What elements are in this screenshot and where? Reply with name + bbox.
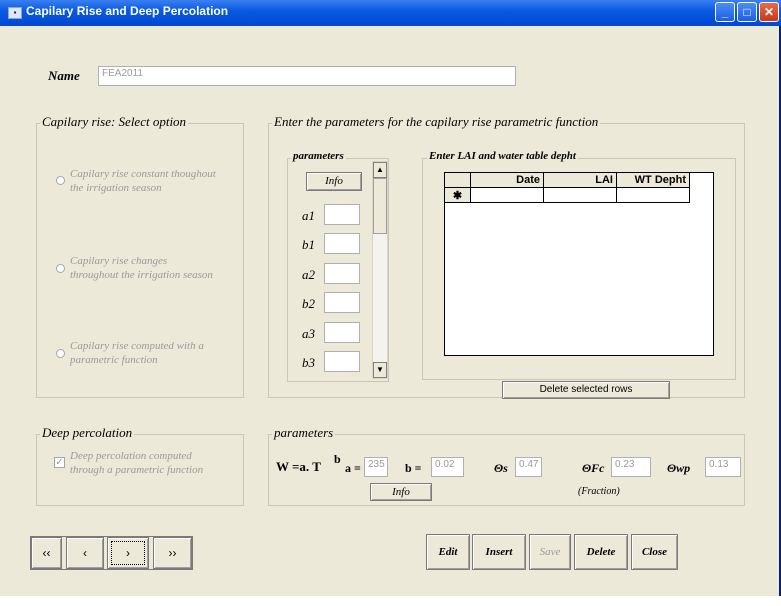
new-row-icon: ✱ xyxy=(444,187,471,203)
col-wt-depht[interactable]: WT Depht xyxy=(616,172,690,188)
delete-button[interactable]: Delete xyxy=(574,534,628,570)
param-b3-label: b3 xyxy=(302,355,315,370)
formula-exponent: b xyxy=(334,452,341,466)
param-a1-label: a1 xyxy=(302,208,315,223)
lai-new-row[interactable]: ✱ xyxy=(444,187,690,203)
scroll-down-icon[interactable]: ▼ xyxy=(373,362,387,378)
new-row-wt-cell[interactable] xyxy=(616,187,690,203)
deep-percolation-label-2: through a parametric function xyxy=(70,464,204,476)
lai-grid-header: Date LAI WT Depht xyxy=(444,172,690,188)
scroll-thumb[interactable] xyxy=(373,178,387,234)
param-a1-input[interactable] xyxy=(324,204,360,225)
scroll-up-icon[interactable]: ▲ xyxy=(373,162,387,178)
col-lai[interactable]: LAI xyxy=(543,172,617,188)
option-changes-label-1: Capilary rise changes xyxy=(70,255,168,267)
parameters-info-button[interactable]: Info xyxy=(306,172,362,191)
title-bar[interactable]: ▪ Capilary Rise and Deep Percolation _ □… xyxy=(0,0,781,26)
option-constant-label-2: the irrigation season xyxy=(70,182,162,194)
parameters-scrollbar[interactable]: ▲ ▼ xyxy=(372,161,388,379)
new-row-date-cell[interactable] xyxy=(470,187,544,203)
minimize-button[interactable]: _ xyxy=(715,2,735,22)
lai-grid[interactable]: Date LAI WT Depht ✱ xyxy=(444,172,690,203)
save-button[interactable]: Save xyxy=(529,534,571,570)
capilary-rise-legend: Capilary rise: Select option xyxy=(40,114,189,130)
option-parametric-radio[interactable] xyxy=(56,349,65,358)
deep-percolation-legend: Deep percolation xyxy=(40,425,135,441)
close-window-button[interactable]: ✕ xyxy=(759,2,779,22)
deep-info-button[interactable]: Info xyxy=(370,483,432,501)
close-button[interactable]: Close xyxy=(631,534,678,570)
option-parametric-label-1: Capilary rise computed with a xyxy=(70,340,204,352)
maximize-button[interactable]: □ xyxy=(737,2,757,22)
param-a3-input[interactable] xyxy=(324,322,360,343)
insert-button[interactable]: Insert xyxy=(472,534,526,570)
b-field[interactable]: 0.02 xyxy=(431,457,464,477)
new-row-lai-cell[interactable] xyxy=(543,187,617,203)
param-a2-input[interactable] xyxy=(324,263,360,284)
prev-record-button[interactable]: ‹ xyxy=(66,537,104,569)
formula-label: W =a. T xyxy=(276,459,321,474)
param-a3-label: a3 xyxy=(302,326,315,341)
parameters-legend: parameters xyxy=(291,150,346,162)
theta-s-label: Θs xyxy=(494,461,508,475)
edit-button[interactable]: Edit xyxy=(426,534,470,570)
theta-fc-field[interactable]: 0.23 xyxy=(611,457,651,477)
name-label: Name xyxy=(48,68,80,83)
deep-percolation-label-1: Deep percolation computed xyxy=(70,450,192,462)
option-constant-radio[interactable] xyxy=(56,176,65,185)
last-record-button[interactable]: ›› xyxy=(153,537,192,569)
param-b1-input[interactable] xyxy=(324,233,360,254)
theta-wp-field[interactable]: 0.13 xyxy=(705,457,741,477)
lai-legend: Enter LAI and water table depht xyxy=(427,150,578,162)
next-record-button[interactable]: › xyxy=(107,537,149,569)
col-date[interactable]: Date xyxy=(470,172,544,188)
first-record-button[interactable]: ‹‹ xyxy=(31,537,62,569)
fraction-label: (Fraction) xyxy=(578,486,620,497)
app-window: ▪ Capilary Rise and Deep Percolation _ □… xyxy=(0,0,781,596)
a-field[interactable]: 235 xyxy=(364,457,388,477)
option-parametric-label-2: parametric function xyxy=(70,354,158,366)
param-b2-input[interactable] xyxy=(324,292,360,313)
deep-parameters-legend: parameters xyxy=(272,425,336,441)
parametric-function-legend: Enter the parameters for the capilary ri… xyxy=(272,114,601,130)
window-title: Capilary Rise and Deep Percolation xyxy=(26,4,229,18)
theta-fc-label: ΘFc xyxy=(582,461,605,475)
grid-corner xyxy=(444,172,471,188)
param-b3-input[interactable] xyxy=(324,351,360,372)
form-icon: ▪ xyxy=(8,7,22,19)
option-changes-label-2: throughout the irrigation season xyxy=(70,269,213,281)
param-b2-label: b2 xyxy=(302,296,315,311)
delete-selected-rows-button[interactable]: Delete selected rows xyxy=(502,381,670,399)
deep-percolation-checkbox[interactable]: ✓ xyxy=(54,457,65,468)
option-constant-label-1: Capilary rise constant thoughout xyxy=(70,168,216,180)
param-a2-label: a2 xyxy=(302,267,315,282)
param-b1-label: b1 xyxy=(302,237,315,252)
theta-wp-label: Θwp xyxy=(667,461,691,475)
option-changes-radio[interactable] xyxy=(56,264,65,273)
b-label: b = xyxy=(405,461,422,475)
name-field[interactable]: FEA2011 xyxy=(98,66,516,86)
theta-s-field[interactable]: 0.47 xyxy=(515,457,542,477)
a-label: a = xyxy=(345,461,361,475)
